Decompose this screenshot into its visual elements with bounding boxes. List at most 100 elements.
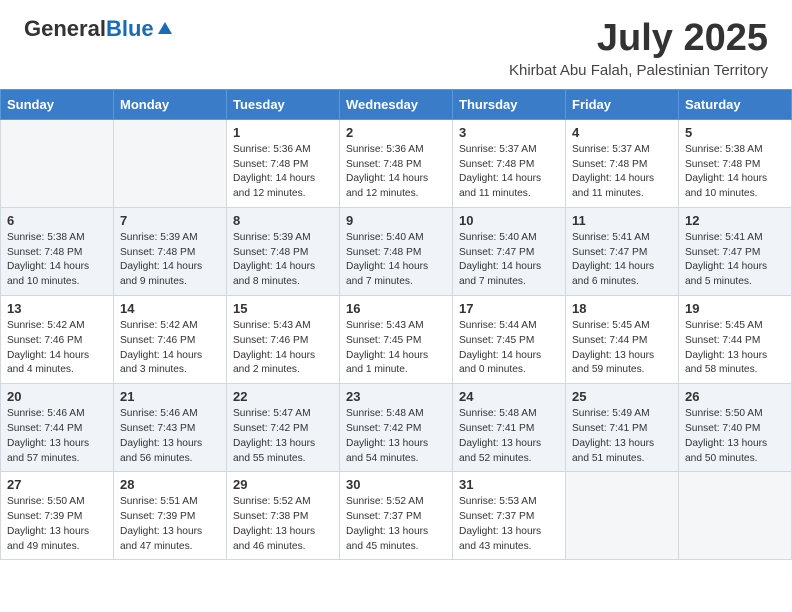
col-header-saturday: Saturday [679,89,792,119]
day-number: 23 [346,389,446,404]
title-block: July 2025 Khirbat Abu Falah, Palestinian… [509,18,768,79]
calendar-cell: 25 Sunrise: 5:49 AMSunset: 7:41 PMDayligh… [566,384,679,472]
day-info: Sunrise: 5:43 AMSunset: 7:45 PMDaylight:… [346,319,446,378]
day-number: 20 [7,389,107,404]
day-number: 14 [120,301,220,316]
calendar-cell: 18 Sunrise: 5:45 AMSunset: 7:44 PMDayligh… [566,296,679,384]
calendar-cell: 10 Sunrise: 5:40 AMSunset: 7:47 PMDayligh… [453,207,566,295]
day-number: 7 [120,213,220,228]
calendar-header-row: SundayMondayTuesdayWednesdayThursdayFrid… [1,89,792,119]
location-title: Khirbat Abu Falah, Palestinian Territory [509,62,768,79]
calendar-cell: 4Sunrise: 5:37 AMSunset: 7:48 PMDaylight… [566,119,679,207]
calendar-cell: 2Sunrise: 5:36 AMSunset: 7:48 PMDaylight… [340,119,453,207]
calendar-cell: 13 Sunrise: 5:42 AMSunset: 7:46 PMDayligh… [1,296,114,384]
logo-general-text: General [24,18,106,40]
day-info: Sunrise: 5:52 AMSunset: 7:37 PMDaylight:… [346,495,446,554]
month-title: July 2025 [509,18,768,60]
day-info: Sunrise: 5:36 AMSunset: 7:48 PMDaylight:… [346,143,446,202]
day-number: 8 [233,213,333,228]
calendar-cell: 12 Sunrise: 5:41 AMSunset: 7:47 PMDayligh… [679,207,792,295]
day-info: Sunrise: 5:37 AMSunset: 7:48 PMDaylight:… [572,143,672,202]
day-info: Sunrise: 5:36 AMSunset: 7:48 PMDaylight:… [233,143,333,202]
day-number: 27 [7,477,107,492]
day-number: 3 [459,125,559,140]
col-header-wednesday: Wednesday [340,89,453,119]
day-info: Sunrise: 5:39 AMSunset: 7:48 PMDaylight:… [233,231,333,290]
day-number: 29 [233,477,333,492]
day-info: Sunrise: 5:48 AMSunset: 7:41 PMDaylight:… [459,407,559,466]
day-info: Sunrise: 5:45 AMSunset: 7:44 PMDaylight:… [572,319,672,378]
calendar-cell: 1 Sunrise: 5:36 AMSunset: 7:48 PMDaylight… [227,119,340,207]
calendar-table: SundayMondayTuesdayWednesdayThursdayFrid… [0,89,792,561]
calendar-cell: 8 Sunrise: 5:39 AMSunset: 7:48 PMDaylight… [227,207,340,295]
day-info: Sunrise: 5:38 AMSunset: 7:48 PMDaylight:… [7,231,107,290]
day-number: 24 [459,389,559,404]
day-number: 15 [233,301,333,316]
col-header-friday: Friday [566,89,679,119]
day-number: 9 [346,213,446,228]
calendar-cell: 31Sunrise: 5:53 AMSunset: 7:37 PMDayligh… [453,472,566,560]
calendar-cell: 20 Sunrise: 5:46 AMSunset: 7:44 PMDayligh… [1,384,114,472]
day-info: Sunrise: 5:46 AMSunset: 7:43 PMDaylight:… [120,407,220,466]
calendar-week-row: 6Sunrise: 5:38 AMSunset: 7:48 PMDaylight… [1,207,792,295]
day-number: 19 [685,301,785,316]
col-header-tuesday: Tuesday [227,89,340,119]
day-info: Sunrise: 5:46 AMSunset: 7:44 PMDaylight:… [7,407,107,466]
calendar-week-row: 13 Sunrise: 5:42 AMSunset: 7:46 PMDayligh… [1,296,792,384]
day-number: 28 [120,477,220,492]
day-number: 1 [233,125,333,140]
day-number: 31 [459,477,559,492]
calendar-cell [566,472,679,560]
calendar-cell: 17 Sunrise: 5:44 AMSunset: 7:45 PMDayligh… [453,296,566,384]
page-header: GeneralBlue July 2025 Khirbat Abu Falah,… [0,0,792,89]
calendar-cell [1,119,114,207]
day-info: Sunrise: 5:49 AMSunset: 7:41 PMDaylight:… [572,407,672,466]
calendar-cell: 16 Sunrise: 5:43 AMSunset: 7:45 PMDayligh… [340,296,453,384]
day-info: Sunrise: 5:50 AMSunset: 7:39 PMDaylight:… [7,495,107,554]
calendar-cell [114,119,227,207]
day-number: 25 [572,389,672,404]
day-info: Sunrise: 5:43 AMSunset: 7:46 PMDaylight:… [233,319,333,378]
day-info: Sunrise: 5:39 AMSunset: 7:48 PMDaylight:… [120,231,220,290]
day-number: 26 [685,389,785,404]
day-number: 22 [233,389,333,404]
calendar-week-row: 1 Sunrise: 5:36 AMSunset: 7:48 PMDaylight… [1,119,792,207]
calendar-cell: 15 Sunrise: 5:43 AMSunset: 7:46 PMDayligh… [227,296,340,384]
day-number: 10 [459,213,559,228]
day-info: Sunrise: 5:42 AMSunset: 7:46 PMDaylight:… [120,319,220,378]
day-info: Sunrise: 5:51 AMSunset: 7:39 PMDaylight:… [120,495,220,554]
day-number: 18 [572,301,672,316]
col-header-monday: Monday [114,89,227,119]
calendar-cell: 19Sunrise: 5:45 AMSunset: 7:44 PMDayligh… [679,296,792,384]
day-info: Sunrise: 5:37 AMSunset: 7:48 PMDaylight:… [459,143,559,202]
col-header-thursday: Thursday [453,89,566,119]
day-number: 13 [7,301,107,316]
day-info: Sunrise: 5:40 AMSunset: 7:47 PMDaylight:… [459,231,559,290]
day-number: 30 [346,477,446,492]
day-info: Sunrise: 5:44 AMSunset: 7:45 PMDaylight:… [459,319,559,378]
col-header-sunday: Sunday [1,89,114,119]
calendar-cell: 11Sunrise: 5:41 AMSunset: 7:47 PMDayligh… [566,207,679,295]
calendar-week-row: 20 Sunrise: 5:46 AMSunset: 7:44 PMDayligh… [1,384,792,472]
day-number: 17 [459,301,559,316]
logo-blue-text: Blue [106,18,154,40]
calendar-cell: 27 Sunrise: 5:50 AMSunset: 7:39 PMDayligh… [1,472,114,560]
day-number: 21 [120,389,220,404]
calendar-cell: 29Sunrise: 5:52 AMSunset: 7:38 PMDayligh… [227,472,340,560]
day-info: Sunrise: 5:42 AMSunset: 7:46 PMDaylight:… [7,319,107,378]
calendar-cell: 26Sunrise: 5:50 AMSunset: 7:40 PMDayligh… [679,384,792,472]
calendar-cell: 28 Sunrise: 5:51 AMSunset: 7:39 PMDayligh… [114,472,227,560]
calendar-cell: 9Sunrise: 5:40 AMSunset: 7:48 PMDaylight… [340,207,453,295]
calendar-cell: 14 Sunrise: 5:42 AMSunset: 7:46 PMDayligh… [114,296,227,384]
day-info: Sunrise: 5:47 AMSunset: 7:42 PMDaylight:… [233,407,333,466]
day-number: 5 [685,125,785,140]
day-number: 12 [685,213,785,228]
calendar-cell: 21 Sunrise: 5:46 AMSunset: 7:43 PMDayligh… [114,384,227,472]
day-info: Sunrise: 5:41 AMSunset: 7:47 PMDaylight:… [685,231,785,290]
day-number: 16 [346,301,446,316]
logo-icon [156,20,174,38]
calendar-cell: 24 Sunrise: 5:48 AMSunset: 7:41 PMDayligh… [453,384,566,472]
day-info: Sunrise: 5:38 AMSunset: 7:48 PMDaylight:… [685,143,785,202]
calendar-cell: 5 Sunrise: 5:38 AMSunset: 7:48 PMDaylight… [679,119,792,207]
calendar-cell: 22 Sunrise: 5:47 AMSunset: 7:42 PMDayligh… [227,384,340,472]
